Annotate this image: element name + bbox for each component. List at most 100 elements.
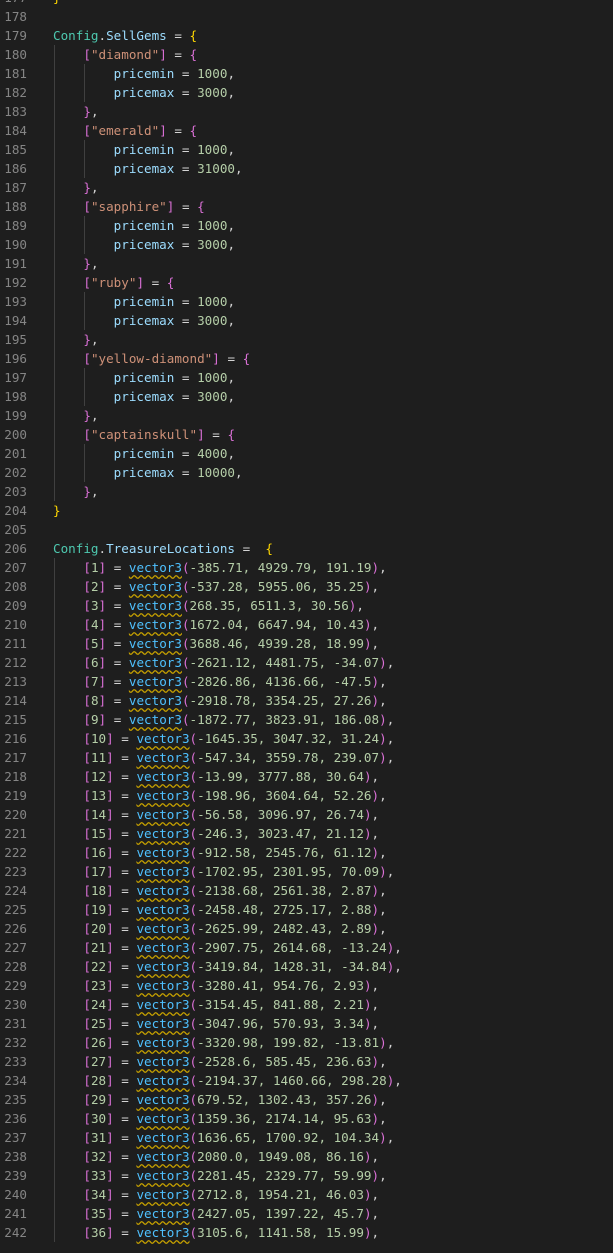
code-token: pricemin (113, 66, 175, 81)
code-line[interactable]: 227 [21] = vector3(-2907.75, 2614.68, -1… (0, 938, 613, 957)
code-line[interactable]: 182 pricemax = 3000, (0, 83, 613, 102)
code-line[interactable]: 228 [22] = vector3(-3419.84, 1428.31, -3… (0, 957, 613, 976)
code-line[interactable]: 225 [19] = vector3(-2458.48, 2725.17, 2.… (0, 900, 613, 919)
code-line[interactable]: 205 (0, 520, 613, 539)
code-line[interactable]: 214 [8] = vector3(-2918.78, 3354.25, 27.… (0, 691, 613, 710)
code-line[interactable]: 206 Config.TreasureLocations = { (0, 539, 613, 558)
code-token: TreasureLocations (106, 541, 235, 556)
code-text: pricemax = 3000, (53, 83, 235, 102)
code-line[interactable]: 210 [4] = vector3(1672.04, 6647.94, 10.4… (0, 615, 613, 634)
code-line[interactable]: 186 pricemax = 31000, (0, 159, 613, 178)
code-line[interactable]: 235 [29] = vector3(679.52, 1302.43, 357.… (0, 1090, 613, 1109)
code-line[interactable]: 230 [24] = vector3(-3154.45, 841.88, 2.2… (0, 995, 613, 1014)
code-line[interactable]: 192 ["ruby"] = { (0, 273, 613, 292)
code-token: ( (181, 598, 190, 613)
code-line[interactable]: 238 [32] = vector3(2080.0, 1949.08, 86.1… (0, 1147, 613, 1166)
code-line[interactable]: 183 }, (0, 102, 613, 121)
code-editor[interactable]: 177}178179Config.SellGems = {180 ["diamo… (0, 0, 613, 1253)
code-line[interactable]: 177} (0, 0, 613, 7)
code-line[interactable]: 229 [23] = vector3(-3280.41, 954.76, 2.9… (0, 976, 613, 995)
code-line[interactable]: 190 pricemax = 3000, (0, 235, 613, 254)
code-line[interactable]: 223 [17] = vector3(-1702.95, 2301.95, 70… (0, 862, 613, 881)
code-line[interactable]: 187 }, (0, 178, 613, 197)
code-line[interactable]: 233 [27] = vector3(-2528.6, 585.45, 236.… (0, 1052, 613, 1071)
code-line[interactable]: 224 [18] = vector3(-2138.68, 2561.38, 2.… (0, 881, 613, 900)
code-token: ] (106, 1035, 114, 1050)
code-line[interactable]: 207 [1] = vector3(-385.71, 4929.79, 191.… (0, 558, 613, 577)
code-token: ( (189, 731, 198, 746)
code-line[interactable]: 197 pricemin = 1000, (0, 368, 613, 387)
code-token: [ (83, 1111, 91, 1126)
code-token: 24 (90, 997, 107, 1012)
code-token: } (83, 332, 91, 347)
code-token: vector3 (136, 845, 190, 860)
code-line[interactable]: 237 [31] = vector3(1636.65, 1700.92, 104… (0, 1128, 613, 1147)
code-line[interactable]: 219 [13] = vector3(-198.96, 3604.64, 52.… (0, 786, 613, 805)
code-line[interactable]: 209 [3] = vector3(268.35, 6511.3, 30.56)… (0, 596, 613, 615)
code-line[interactable]: 198 pricemax = 3000, (0, 387, 613, 406)
code-line[interactable]: 199 }, (0, 406, 613, 425)
code-line[interactable]: 236 [30] = vector3(1359.36, 2174.14, 95.… (0, 1109, 613, 1128)
code-line[interactable]: 221 [15] = vector3(-246.3, 3023.47, 21.1… (0, 824, 613, 843)
code-line[interactable]: 213 [7] = vector3(-2826.86, 4136.66, -47… (0, 672, 613, 691)
code-token: [ (83, 693, 91, 708)
code-text: [14] = vector3(-56.58, 3096.97, 26.74), (53, 805, 379, 824)
line-number: 184 (4, 123, 27, 138)
code-line[interactable]: 216 [10] = vector3(-1645.35, 3047.32, 31… (0, 729, 613, 748)
code-token: -2621.12, 4481.75, -34.07 (189, 655, 380, 670)
code-token: ] (98, 617, 107, 632)
code-token: = (113, 1054, 137, 1069)
code-line[interactable]: 204} (0, 501, 613, 520)
code-line[interactable]: 185 pricemin = 1000, (0, 140, 613, 159)
code-text: [7] = vector3(-2826.86, 4136.66, -47.5), (53, 672, 386, 691)
code-line[interactable]: 189 pricemin = 1000, (0, 216, 613, 235)
code-line[interactable]: 226 [20] = vector3(-2625.99, 2482.43, 2.… (0, 919, 613, 938)
code-line[interactable]: 193 pricemin = 1000, (0, 292, 613, 311)
code-line[interactable]: 194 pricemax = 3000, (0, 311, 613, 330)
code-line[interactable]: 203 }, (0, 482, 613, 501)
code-token: [ (83, 1016, 91, 1031)
code-line[interactable]: 220 [14] = vector3(-56.58, 3096.97, 26.7… (0, 805, 613, 824)
code-line[interactable]: 180 ["diamond"] = { (0, 45, 613, 64)
code-text: pricemin = 1000, (53, 368, 235, 387)
code-token: ) (363, 636, 372, 651)
code-line[interactable]: 231 [25] = vector3(-3047.96, 570.93, 3.3… (0, 1014, 613, 1033)
code-line[interactable]: 208 [2] = vector3(-537.28, 5955.06, 35.2… (0, 577, 613, 596)
code-line[interactable]: 184 ["emerald"] = { (0, 121, 613, 140)
code-token: , (371, 978, 380, 993)
code-line[interactable]: 202 pricemax = 10000, (0, 463, 613, 482)
code-line[interactable]: 240 [34] = vector3(2712.8, 1954.21, 46.0… (0, 1185, 613, 1204)
code-token: ] (106, 997, 114, 1012)
code-line[interactable]: 232 [26] = vector3(-3320.98, 199.82, -13… (0, 1033, 613, 1052)
code-line[interactable]: 217 [11] = vector3(-547.34, 3559.78, 239… (0, 748, 613, 767)
code-token: , (90, 408, 99, 423)
code-line[interactable]: 241 [35] = vector3(2427.05, 1397.22, 45.… (0, 1204, 613, 1223)
line-number: 232 (4, 1035, 27, 1050)
code-line[interactable]: 201 pricemin = 4000, (0, 444, 613, 463)
code-line[interactable]: 218 [12] = vector3(-13.99, 3777.88, 30.6… (0, 767, 613, 786)
code-line[interactable]: 211 [5] = vector3(3688.46, 4939.28, 18.9… (0, 634, 613, 653)
line-number: 198 (4, 389, 27, 404)
code-line[interactable]: 195 }, (0, 330, 613, 349)
code-token: [ (83, 921, 91, 936)
line-number: 227 (4, 940, 27, 955)
code-token: = (166, 47, 190, 62)
code-line[interactable]: 234 [28] = vector3(-2194.37, 1460.66, 29… (0, 1071, 613, 1090)
code-line[interactable]: 242 [36] = vector3(3105.6, 1141.58, 15.9… (0, 1223, 613, 1242)
code-line[interactable]: 188 ["sapphire"] = { (0, 197, 613, 216)
code-line[interactable]: 215 [9] = vector3(-1872.77, 3823.91, 186… (0, 710, 613, 729)
code-line[interactable]: 178 (0, 7, 613, 26)
code-line[interactable]: 212 [6] = vector3(-2621.12, 4481.75, -34… (0, 653, 613, 672)
line-number: 223 (4, 864, 27, 879)
code-line[interactable]: 191 }, (0, 254, 613, 273)
code-token: } (83, 484, 91, 499)
code-line[interactable]: 196 ["yellow-diamond"] = { (0, 349, 613, 368)
code-line[interactable]: 200 ["captainskull"] = { (0, 425, 613, 444)
code-token: , (371, 997, 380, 1012)
code-token: -2625.99, 2482.43, 2.89 (197, 921, 372, 936)
code-line[interactable]: 179 Config.SellGems = { (0, 26, 613, 45)
code-line[interactable]: 181 pricemin = 1000, (0, 64, 613, 83)
code-line[interactable]: 239 [33] = vector3(2281.45, 2329.77, 59.… (0, 1166, 613, 1185)
code-line[interactable]: 222 [16] = vector3(-912.58, 2545.76, 61.… (0, 843, 613, 862)
